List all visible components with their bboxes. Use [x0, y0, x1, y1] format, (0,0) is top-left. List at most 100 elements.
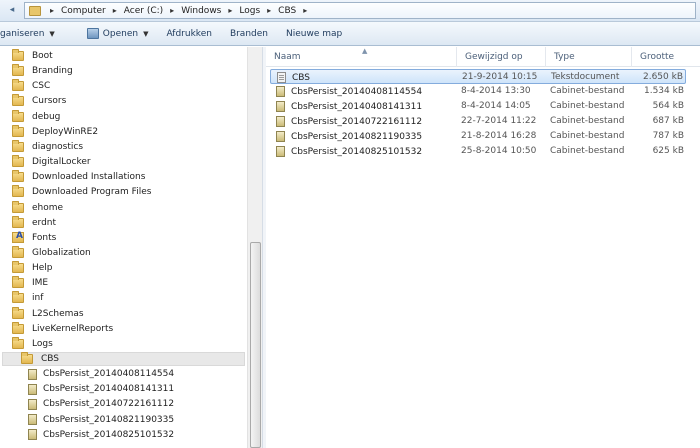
- tree-item[interactable]: Globalization: [12, 245, 238, 260]
- open-label: Openen: [102, 28, 139, 39]
- file-name: CbsPersist_20140722161112: [291, 116, 423, 127]
- file-row[interactable]: CbsPersist_20140722161112 22-7-2014 11:22…: [270, 114, 686, 129]
- file-row[interactable]: CbsPersist_20140821190335 21-8-2014 16:28…: [270, 129, 686, 144]
- dropdown-arrow-icon: ▼: [143, 29, 149, 38]
- tree-item[interactable]: inf: [12, 291, 238, 305]
- file-date: 8-4-2014 13:30: [461, 86, 531, 96]
- burn-button[interactable]: Branden: [221, 24, 277, 44]
- column-header-name[interactable]: Naam ▲: [266, 47, 457, 67]
- file-row[interactable]: CBS 21-9-2014 10:15 Tekstdocument 2.650 kB: [270, 69, 686, 84]
- dropdown-arrow-icon: ▼: [49, 29, 55, 38]
- burn-label: Branden: [229, 28, 268, 39]
- folder-icon: [12, 170, 24, 183]
- tree-item[interactable]: CbsPersist_20140825101532: [28, 428, 238, 442]
- folder-icon: [12, 155, 24, 168]
- tree-item-label: diagnostics: [32, 141, 84, 152]
- file-row[interactable]: CbsPersist_20140825101532 25-8-2014 10:50…: [270, 144, 686, 159]
- column-header-type[interactable]: Type: [546, 47, 632, 67]
- file-size: 1.534 kB: [643, 86, 684, 96]
- chevron-right-icon[interactable]: ▸: [224, 6, 236, 15]
- command-bar: ganiseren ▼ Openen ▼ Afdrukken Branden N…: [0, 22, 700, 46]
- column-header-date[interactable]: Gewijzigd op: [457, 47, 546, 67]
- tree-item-label: Logs: [32, 338, 53, 349]
- navigation-pane: Boot Branding CSC Cursors debug DeployWinRE2 d…: [0, 47, 262, 448]
- tree-item[interactable]: CbsPersist_20140722161112: [28, 397, 238, 411]
- tree-item[interactable]: CbsPersist_20140408141311: [28, 382, 238, 396]
- tree-item[interactable]: L2Schemas: [12, 306, 238, 321]
- file-date: 8-4-2014 14:05: [461, 101, 531, 111]
- chevron-right-icon[interactable]: ▸: [46, 6, 58, 15]
- breadcrumb-item-cbs[interactable]: CBS: [275, 6, 299, 16]
- tree-item[interactable]: debug: [12, 109, 238, 124]
- tree-item[interactable]: CSC: [12, 79, 238, 93]
- tree-item-label: Fonts: [32, 232, 57, 243]
- tree-item[interactable]: DigitalLocker: [12, 155, 238, 169]
- file-name: CbsPersist_20140821190335: [291, 131, 423, 142]
- column-header-size[interactable]: Grootte: [632, 47, 700, 67]
- tree-item[interactable]: Cursors: [12, 94, 238, 108]
- tree-item-label: ehome: [32, 202, 64, 213]
- folder-icon: [12, 94, 24, 107]
- scrollbar-thumb[interactable]: [250, 242, 261, 448]
- tree-item-label: CbsPersist_20140825101532: [43, 429, 175, 440]
- tree-item-label: erdnt: [32, 217, 57, 228]
- tree-item[interactable]: Branding: [12, 64, 238, 78]
- tree-item[interactable]: Boot: [12, 49, 238, 63]
- folder-icon: [12, 261, 24, 274]
- tree-item[interactable]: Downloaded Installations: [12, 170, 238, 184]
- tree-item[interactable]: Help: [12, 261, 238, 275]
- tree-item-label: CbsPersist_20140821190335: [43, 414, 175, 425]
- file-name-cell: CbsPersist_20140408141311: [276, 99, 422, 114]
- tree-item[interactable]: Downloaded Program Files: [12, 185, 238, 199]
- breadcrumb-item-computer[interactable]: Computer: [58, 6, 109, 16]
- sort-ascending-icon: ▲: [362, 47, 368, 55]
- cabinet-file-icon: [276, 131, 285, 142]
- tree-item[interactable]: erdnt: [12, 215, 238, 230]
- folder-icon: [12, 185, 24, 198]
- organize-button[interactable]: ganiseren ▼: [0, 24, 64, 44]
- chevron-right-icon[interactable]: ▸: [263, 6, 275, 15]
- folder-icon: [12, 306, 24, 319]
- file-type: Cabinet-bestand: [550, 101, 625, 111]
- breadcrumb-item-drive[interactable]: Acer (C:): [121, 6, 166, 16]
- back-icon[interactable]: ◂: [3, 3, 21, 18]
- tree-item[interactable]: DeployWinRE2: [12, 124, 238, 139]
- cabinet-file-icon: [276, 86, 285, 97]
- new-folder-button[interactable]: Nieuwe map: [277, 24, 351, 44]
- tree-item[interactable]: CbsPersist_20140821190335: [28, 413, 238, 427]
- fonts-folder-icon: [12, 231, 24, 244]
- file-type: Cabinet-bestand: [550, 146, 625, 156]
- tree-item-label: Downloaded Program Files: [32, 187, 152, 198]
- folder-icon: [12, 139, 24, 152]
- cabinet-file-icon: [276, 101, 285, 112]
- address-bar: ◂ ▸ Computer ▸ Acer (C:) ▸ Windows ▸ Log…: [0, 0, 700, 22]
- cabinet-file-icon: [28, 368, 37, 380]
- print-button[interactable]: Afdrukken: [157, 24, 220, 44]
- file-row[interactable]: CbsPersist_20140408114554 8-4-2014 13:30 C…: [270, 84, 686, 99]
- breadcrumb-item-logs[interactable]: Logs: [236, 6, 263, 16]
- tree-item[interactable]: Fonts: [12, 231, 238, 245]
- tree-item-label: Help: [32, 263, 53, 274]
- file-row[interactable]: CbsPersist_20140408141311 8-4-2014 14:05 C…: [270, 99, 686, 114]
- tree-item-label: DigitalLocker: [32, 157, 91, 168]
- folder-icon: [12, 124, 24, 137]
- tree-item[interactable]: IME: [12, 276, 238, 290]
- tree-item[interactable]: CBS: [2, 352, 245, 366]
- tree-item[interactable]: Logs: [12, 336, 238, 351]
- tree-item[interactable]: diagnostics: [12, 139, 238, 154]
- breadcrumb[interactable]: ▸ Computer ▸ Acer (C:) ▸ Windows ▸ Logs …: [24, 2, 696, 19]
- chevron-right-icon[interactable]: ▸: [299, 6, 311, 15]
- tree-item-label: Globalization: [32, 247, 91, 258]
- breadcrumb-item-windows[interactable]: Windows: [178, 6, 224, 16]
- open-icon: [86, 28, 99, 39]
- file-date: 22-7-2014 11:22: [461, 116, 537, 126]
- open-button[interactable]: Openen ▼: [78, 24, 158, 44]
- folder-icon: [12, 64, 24, 77]
- chevron-right-icon[interactable]: ▸: [166, 6, 178, 15]
- chevron-right-icon[interactable]: ▸: [109, 6, 121, 15]
- navigation-scrollbar[interactable]: [247, 47, 262, 448]
- tree-item[interactable]: LiveKernelReports: [12, 321, 238, 336]
- tree-item[interactable]: ehome: [12, 200, 238, 215]
- tree-item[interactable]: CbsPersist_20140408114554: [28, 367, 238, 381]
- organize-label: ganiseren: [0, 28, 45, 39]
